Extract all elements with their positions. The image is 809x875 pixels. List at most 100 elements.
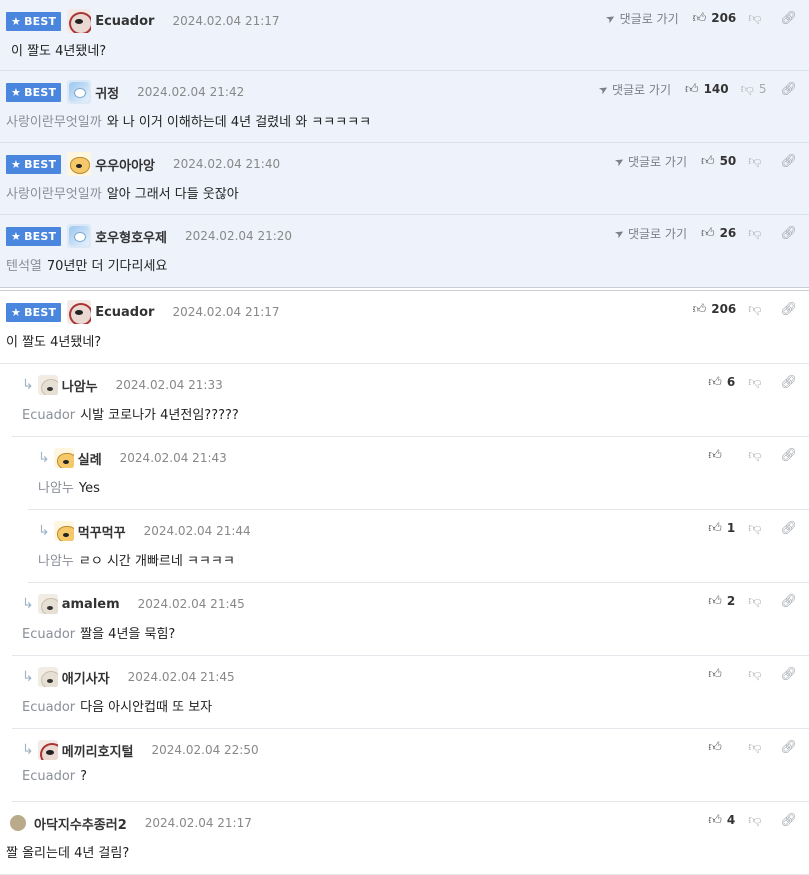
- avatar[interactable]: [53, 521, 74, 541]
- dislike-button[interactable]: 👎︎: [748, 594, 766, 609]
- copy-link-button[interactable]: 🔗︎: [780, 667, 797, 682]
- nickname[interactable]: amalem: [62, 597, 120, 612]
- send-arrow-icon: ➤: [612, 153, 627, 169]
- like-button[interactable]: 👍︎ 50: [701, 154, 736, 169]
- dislike-button[interactable]: 👎︎: [748, 226, 766, 241]
- copy-link-button[interactable]: 🔗︎: [780, 375, 797, 390]
- nickname[interactable]: Ecuador: [95, 14, 154, 29]
- comment-date: 2024.02.04 21:43: [119, 451, 227, 465]
- dislike-button[interactable]: 👎︎: [748, 302, 766, 317]
- avatar[interactable]: [37, 667, 58, 687]
- nickname[interactable]: Ecuador: [95, 305, 154, 320]
- best-comment: ★ BEST 호우형호우제 2024.02.04 21:20 ➤ 댓글로 가기 👍︎…: [0, 215, 809, 287]
- thumbs-down-icon: 👎︎: [748, 666, 762, 682]
- nickname[interactable]: 애기사자: [62, 668, 110, 687]
- thumbs-up-icon: 👍︎: [692, 301, 707, 317]
- copy-link-button[interactable]: 🔗︎: [780, 226, 797, 241]
- like-button[interactable]: 👍︎ 206: [693, 11, 737, 26]
- comment-date: 2024.02.04 21:17: [172, 14, 280, 28]
- dislike-button[interactable]: 👎︎: [748, 448, 766, 463]
- thumbs-down-icon: 👎︎: [748, 447, 762, 463]
- like-button[interactable]: 👍︎ 4: [708, 813, 736, 828]
- like-button[interactable]: 👍︎ 206: [693, 302, 737, 317]
- thumbs-down-icon: 👎︎: [748, 812, 762, 828]
- goto-comment-button[interactable]: ➤ 댓글로 가기: [612, 153, 687, 170]
- copy-link-button[interactable]: 🔗︎: [780, 813, 797, 828]
- dislike-button[interactable]: 👎︎: [748, 11, 766, 26]
- link-icon: 🔗︎: [780, 225, 797, 241]
- avatar[interactable]: [37, 594, 58, 614]
- like-button[interactable]: 👍︎ 6: [708, 375, 736, 390]
- like-button[interactable]: 👍︎ 1: [708, 521, 736, 536]
- dislike-button[interactable]: 👎︎: [748, 154, 766, 169]
- comment-date: 2024.02.04 21:17: [144, 816, 252, 830]
- thumbs-down-icon: 👎︎: [748, 153, 762, 169]
- goto-comment-button[interactable]: ➤ 댓글로 가기: [604, 10, 679, 27]
- like-button[interactable]: 👍︎: [708, 667, 736, 682]
- reply-item: ↳ 먹꾸먹꾸 2024.02.04 21:44 👍︎ 1 👎︎ 🔗︎ 나암누 ㄹㅇ …: [28, 510, 809, 583]
- link-icon: 🔗︎: [780, 81, 797, 97]
- avatar[interactable]: [67, 224, 92, 248]
- avatar[interactable]: [67, 152, 92, 176]
- copy-link-button[interactable]: 🔗︎: [780, 448, 797, 463]
- thumbs-up-icon: 👍︎: [708, 666, 722, 682]
- dislike-button[interactable]: 👎︎ 5: [741, 82, 767, 97]
- dislike-button[interactable]: 👎︎: [748, 813, 766, 828]
- thumbs-up-icon: 👍︎: [692, 10, 707, 26]
- dislike-button[interactable]: 👎︎: [748, 667, 766, 682]
- like-button[interactable]: 👍︎ 140: [685, 82, 729, 97]
- comment-text: 짤 올리는데 4년 걸림?: [6, 846, 130, 861]
- copy-link-button[interactable]: 🔗︎: [780, 594, 797, 609]
- dislike-button[interactable]: 👎︎: [748, 375, 766, 390]
- goto-comment-button[interactable]: ➤ 댓글로 가기: [612, 225, 687, 242]
- copy-link-button[interactable]: 🔗︎: [780, 82, 797, 97]
- copy-link-button[interactable]: 🔗︎: [780, 11, 797, 26]
- avatar[interactable]: [53, 448, 74, 468]
- avatar[interactable]: [67, 80, 92, 104]
- avatar[interactable]: [67, 300, 92, 324]
- nickname[interactable]: 귀정: [95, 83, 119, 102]
- copy-link-button[interactable]: 🔗︎: [780, 521, 797, 536]
- star-icon: ★: [11, 157, 22, 171]
- avatar[interactable]: [37, 740, 58, 760]
- nickname[interactable]: 먹꾸먹꾸: [78, 522, 126, 541]
- like-button[interactable]: 👍︎ 26: [701, 226, 736, 241]
- dislike-button[interactable]: 👎︎: [748, 740, 766, 755]
- like-button[interactable]: 👍︎: [708, 448, 736, 463]
- thumbs-up-icon: 👍︎: [708, 374, 722, 390]
- copy-link-button[interactable]: 🔗︎: [780, 302, 797, 317]
- goto-comment-button[interactable]: ➤ 댓글로 가기: [596, 81, 671, 98]
- best-comment: ★ BEST 우우아아앙 2024.02.04 21:40 ➤ 댓글로 가기 👍︎ 5…: [0, 143, 809, 215]
- thumbs-down-icon: 👎︎: [748, 520, 762, 536]
- comment-text: Ecuador 다음 아시안컵때 또 보자: [22, 700, 213, 715]
- dislike-button[interactable]: 👎︎: [748, 521, 766, 536]
- nickname[interactable]: 실례: [78, 449, 102, 468]
- reply-item: ↳ 애기사자 2024.02.04 21:45 👍︎ 👎︎ 🔗︎ Ecuador…: [12, 656, 809, 729]
- reply-item: ↳ amalem 2024.02.04 21:45 👍︎ 2 👎︎ 🔗︎ Ecua…: [12, 583, 809, 656]
- comment-date: 2024.02.04 21:45: [127, 670, 235, 684]
- nickname[interactable]: 메끼리호지털: [62, 741, 134, 760]
- copy-link-button[interactable]: 🔗︎: [780, 740, 797, 755]
- nickname[interactable]: 우우아아앙: [95, 155, 155, 174]
- nickname[interactable]: 아닥지수추종러2: [34, 814, 127, 833]
- link-icon: 🔗︎: [780, 739, 797, 755]
- link-icon: 🔗︎: [780, 593, 797, 609]
- thumbs-down-icon: 👎︎: [748, 10, 762, 26]
- avatar[interactable]: [67, 9, 92, 33]
- avatar[interactable]: [37, 375, 58, 395]
- nickname[interactable]: 호우형호우제: [95, 227, 167, 246]
- link-icon: 🔗︎: [780, 520, 797, 536]
- link-icon: 🔗︎: [780, 666, 797, 682]
- comment-text: Ecuador 짤을 4년을 묵힘?: [22, 627, 176, 642]
- like-button[interactable]: 👍︎: [708, 740, 736, 755]
- like-button[interactable]: 👍︎ 2: [708, 594, 736, 609]
- nickname[interactable]: 나암누: [62, 376, 98, 395]
- reply-item: ↳ 실례 2024.02.04 21:43 👍︎ 👎︎ 🔗︎ 나암누 Yes: [28, 437, 809, 510]
- copy-link-button[interactable]: 🔗︎: [780, 154, 797, 169]
- avatar[interactable]: [10, 815, 26, 831]
- comment-date: 2024.02.04 21:42: [137, 85, 245, 99]
- thumbs-down-icon: 👎︎: [748, 593, 762, 609]
- comment-item: ★ BEST Ecuador 2024.02.04 21:17 👍︎ 206 👎︎ …: [0, 291, 809, 364]
- comment-date: 2024.02.04 21:17: [172, 305, 280, 319]
- best-badge: ★ BEST: [6, 154, 62, 174]
